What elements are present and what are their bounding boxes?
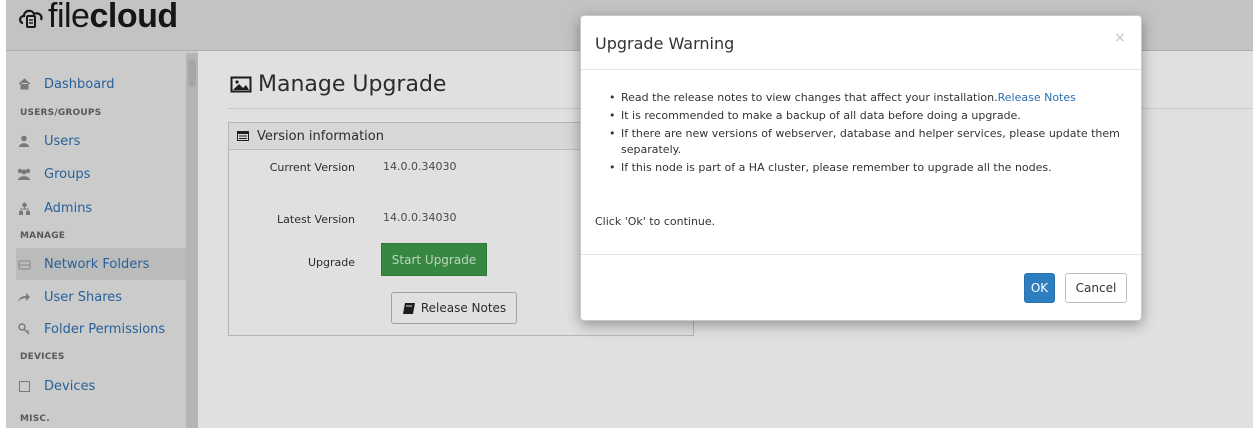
list-item: If this node is part of a HA cluster, pl… (609, 160, 1129, 176)
dialog-header: Upgrade Warning × (581, 16, 1141, 70)
ok-button[interactable]: OK (1024, 273, 1055, 303)
warning-list: Read the release notes to view changes t… (609, 90, 1129, 178)
continue-instruction: Click 'Ok' to continue. (595, 215, 716, 228)
dialog-title: Upgrade Warning (595, 34, 735, 53)
list-item: If there are new versions of webserver, … (609, 126, 1129, 158)
list-item: Read the release notes to view changes t… (609, 90, 1129, 106)
list-item: It is recommended to make a backup of al… (609, 108, 1129, 124)
bullet-text: Read the release notes to view changes t… (621, 91, 998, 104)
app-window: filecloud Dashboard USERS/GROUPS Users G… (0, 0, 1253, 428)
dialog-footer-divider (581, 254, 1141, 255)
release-notes-link[interactable]: Release Notes (998, 91, 1076, 104)
upgrade-warning-dialog: Upgrade Warning × Read the release notes… (580, 15, 1142, 321)
cancel-button[interactable]: Cancel (1065, 273, 1127, 303)
close-icon[interactable]: × (1114, 30, 1126, 46)
